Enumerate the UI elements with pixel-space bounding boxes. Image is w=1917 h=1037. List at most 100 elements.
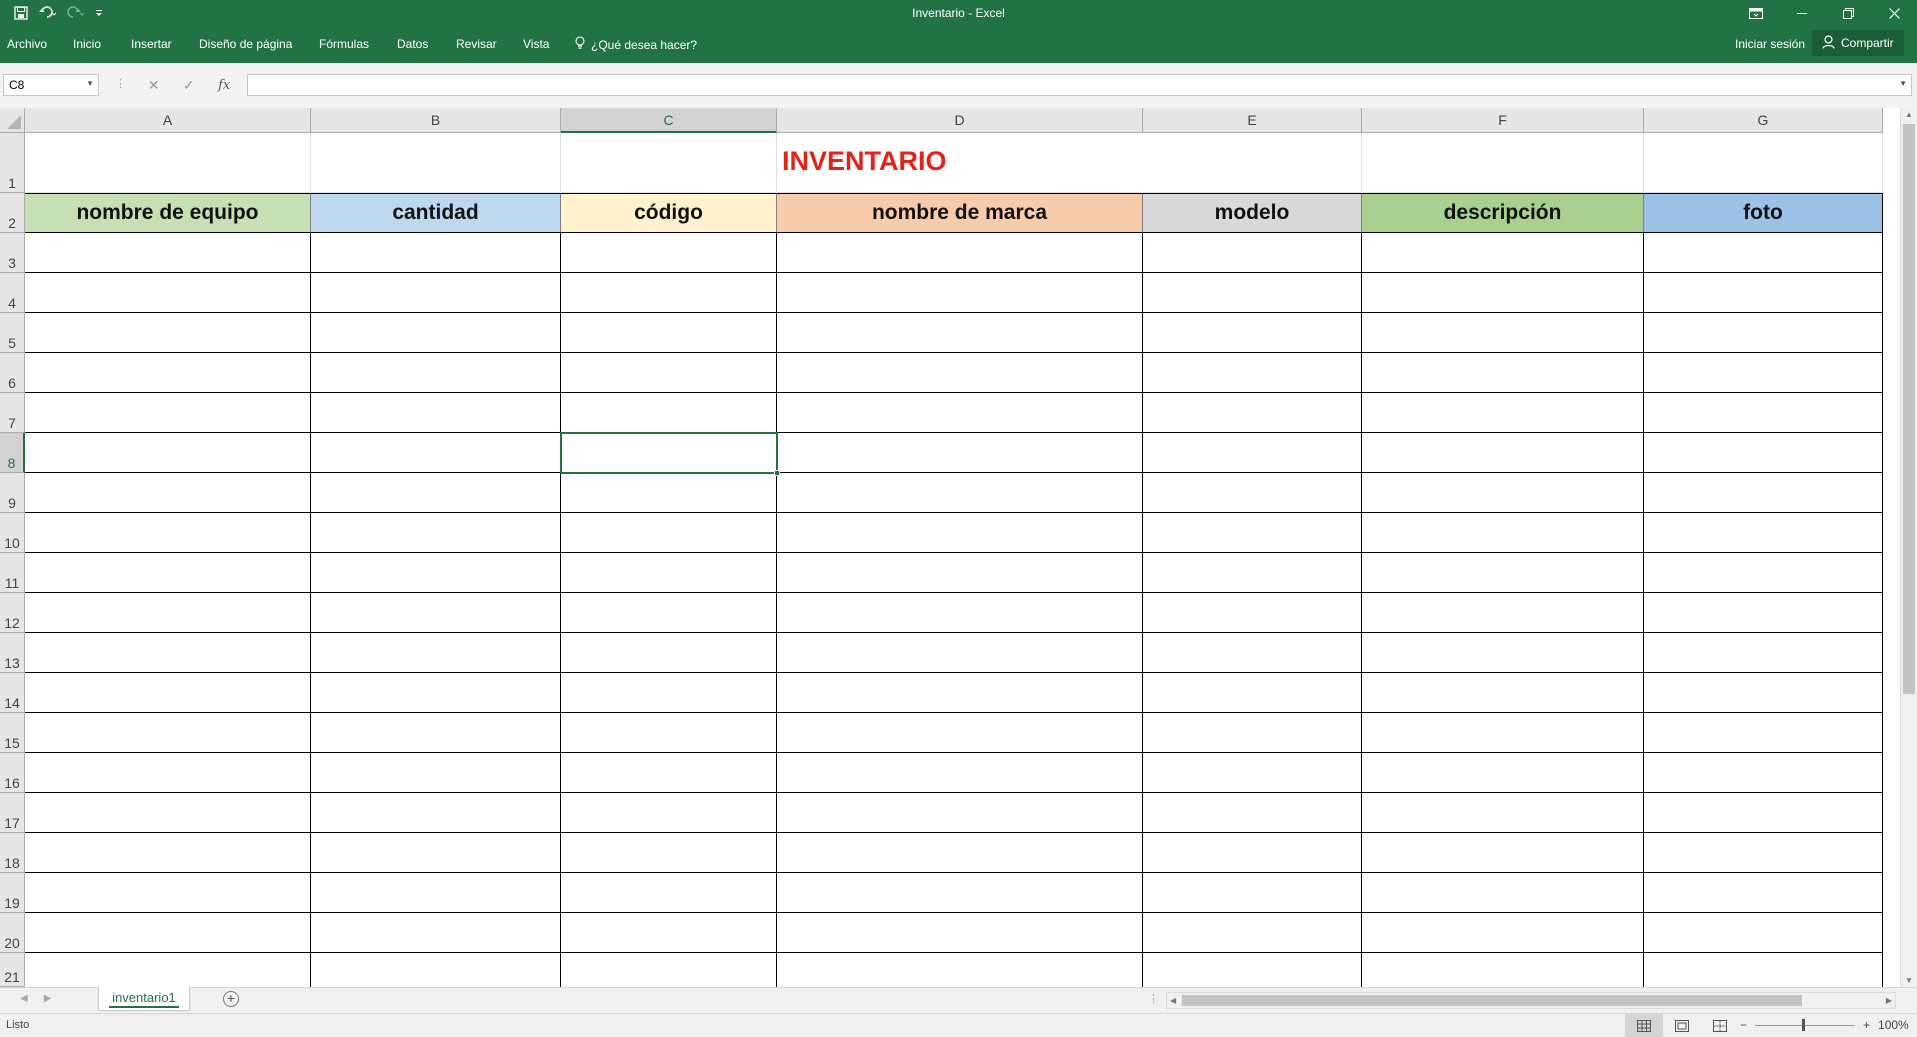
expand-formula-bar-icon[interactable]: ▼ (1899, 79, 1907, 88)
cell-g18[interactable] (1644, 833, 1883, 873)
cell-e20[interactable] (1143, 913, 1362, 953)
cell-e8[interactable] (1143, 433, 1362, 473)
cell-d7[interactable] (777, 393, 1143, 433)
tab-revisar[interactable]: Revisar (456, 37, 497, 51)
cell-d12[interactable] (777, 593, 1143, 633)
restore-icon[interactable] (1825, 0, 1871, 27)
header-cell-codigo[interactable]: código (561, 193, 777, 233)
row-header-6[interactable]: 6 (0, 353, 25, 393)
close-icon[interactable] (1871, 0, 1917, 27)
tab-insertar[interactable]: Insertar (131, 37, 172, 51)
row-header-20[interactable]: 20 (0, 913, 25, 953)
cell-b8[interactable] (311, 433, 561, 473)
cell-g15[interactable] (1644, 713, 1883, 753)
row-header-11[interactable]: 11 (0, 553, 25, 593)
tell-me-box[interactable]: ¿Qué desea hacer? (575, 36, 697, 53)
cell-e5[interactable] (1143, 313, 1362, 353)
scroll-left-icon[interactable]: ◀ (1170, 996, 1176, 1005)
cell-f18[interactable] (1362, 833, 1644, 873)
header-cell-descripcion[interactable]: descripción (1362, 193, 1644, 233)
cell-a12[interactable] (25, 593, 311, 633)
cell-c9[interactable] (561, 473, 777, 513)
cell-c18[interactable] (561, 833, 777, 873)
cell-b5[interactable] (311, 313, 561, 353)
cell-e15[interactable] (1143, 713, 1362, 753)
cell-d5[interactable] (777, 313, 1143, 353)
zoom-slider-thumb[interactable] (1802, 1018, 1806, 1031)
zoom-slider[interactable] (1755, 1018, 1856, 1031)
row-header-16[interactable]: 16 (0, 753, 25, 793)
cell-a9[interactable] (25, 473, 311, 513)
cell-d21[interactable] (777, 953, 1143, 987)
row-header-3[interactable]: 3 (0, 233, 25, 273)
column-header-e[interactable]: E (1143, 108, 1362, 133)
sign-in-link[interactable]: Iniciar sesión (1735, 37, 1805, 51)
cancel-entry-icon[interactable]: ✕ (148, 77, 160, 94)
tab-vista[interactable]: Vista (523, 37, 549, 51)
cell-b10[interactable] (311, 513, 561, 553)
cell-g1[interactable] (1644, 133, 1883, 193)
cell-g17[interactable] (1644, 793, 1883, 833)
row-header-21[interactable]: 21 (0, 953, 25, 987)
formula-bar-grip-icon[interactable]: ⋮ (115, 77, 126, 90)
cell-a3[interactable] (25, 233, 311, 273)
cell-d19[interactable] (777, 873, 1143, 913)
cell-c12[interactable] (561, 593, 777, 633)
cell-g14[interactable] (1644, 673, 1883, 713)
cell-e7[interactable] (1143, 393, 1362, 433)
cell-e19[interactable] (1143, 873, 1362, 913)
row-header-14[interactable]: 14 (0, 673, 25, 713)
horizontal-scroll-thumb[interactable] (1182, 995, 1802, 1006)
cell-a5[interactable] (25, 313, 311, 353)
cell-a17[interactable] (25, 793, 311, 833)
tab-splitter-icon[interactable]: ⋮ (1148, 992, 1159, 1005)
cell-c19[interactable] (561, 873, 777, 913)
cell-d8[interactable] (777, 433, 1143, 473)
cell-a20[interactable] (25, 913, 311, 953)
previous-sheet-icon[interactable]: ◀ (20, 993, 28, 1004)
cell-a6[interactable] (25, 353, 311, 393)
cell-f9[interactable] (1362, 473, 1644, 513)
cell-d6[interactable] (777, 353, 1143, 393)
cell-b6[interactable] (311, 353, 561, 393)
cell-d17[interactable] (777, 793, 1143, 833)
cell-f1[interactable] (1362, 133, 1644, 193)
cell-f3[interactable] (1362, 233, 1644, 273)
cell-c5[interactable] (561, 313, 777, 353)
cell-f7[interactable] (1362, 393, 1644, 433)
cell-c6[interactable] (561, 353, 777, 393)
cell-c13[interactable] (561, 633, 777, 673)
cell-g13[interactable] (1644, 633, 1883, 673)
cell-a1[interactable] (25, 133, 311, 193)
cell-f15[interactable] (1362, 713, 1644, 753)
row-header-13[interactable]: 13 (0, 633, 25, 673)
cell-d3[interactable] (777, 233, 1143, 273)
cell-f13[interactable] (1362, 633, 1644, 673)
cell-c4[interactable] (561, 273, 777, 313)
column-header-d[interactable]: D (777, 108, 1143, 133)
cell-a19[interactable] (25, 873, 311, 913)
cell-a4[interactable] (25, 273, 311, 313)
row-header-1[interactable]: 1 (0, 133, 25, 193)
cell-f16[interactable] (1362, 753, 1644, 793)
cell-c10[interactable] (561, 513, 777, 553)
insert-function-icon[interactable]: fx (218, 78, 230, 93)
cell-c11[interactable] (561, 553, 777, 593)
cell-f8[interactable] (1362, 433, 1644, 473)
cell-f6[interactable] (1362, 353, 1644, 393)
cell-e3[interactable] (1143, 233, 1362, 273)
cell-e9[interactable] (1143, 473, 1362, 513)
scroll-right-icon[interactable]: ▶ (1886, 996, 1892, 1005)
header-cell-modelo[interactable]: modelo (1143, 193, 1362, 233)
page-layout-view-icon[interactable] (1663, 1014, 1701, 1037)
cell-g6[interactable] (1644, 353, 1883, 393)
cell-f10[interactable] (1362, 513, 1644, 553)
cell-b11[interactable] (311, 553, 561, 593)
cell-b13[interactable] (311, 633, 561, 673)
cell-e4[interactable] (1143, 273, 1362, 313)
cell-d14[interactable] (777, 673, 1143, 713)
cell-c14[interactable] (561, 673, 777, 713)
cell-d9[interactable] (777, 473, 1143, 513)
cell-b20[interactable] (311, 913, 561, 953)
header-cell-nombre-de-equipo[interactable]: nombre de equipo (25, 193, 311, 233)
